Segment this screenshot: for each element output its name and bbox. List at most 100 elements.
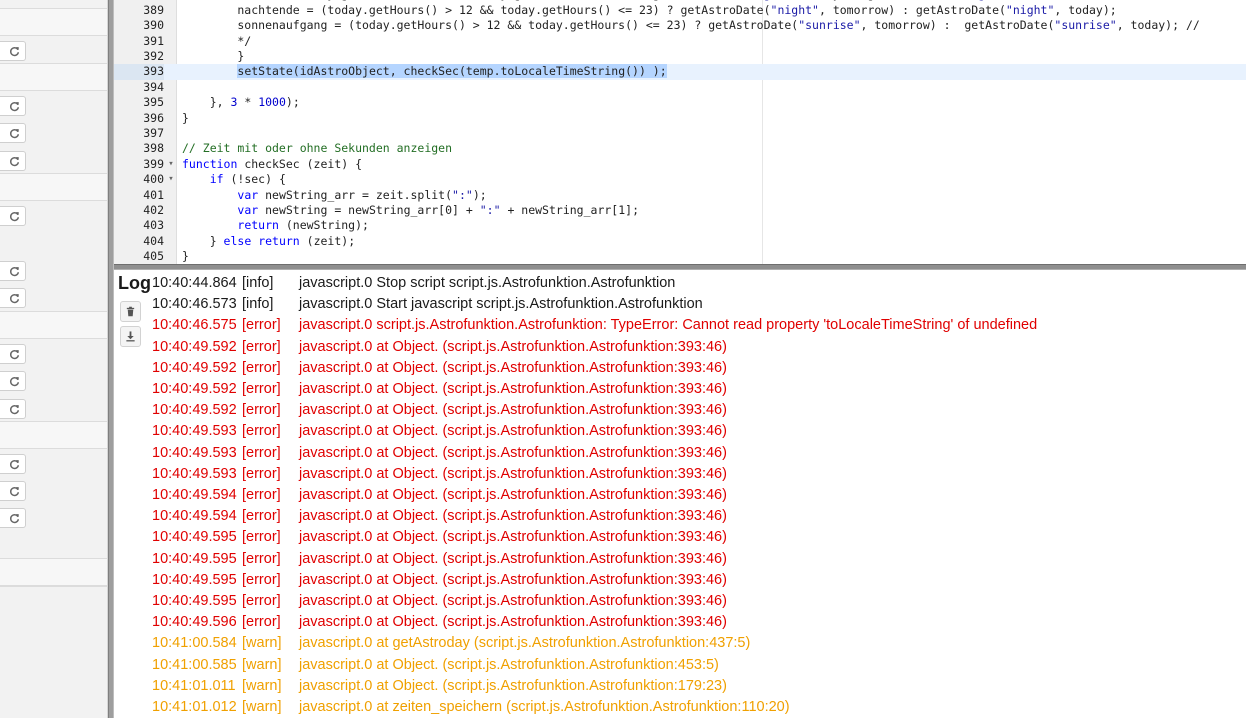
log-entry: 10:40:49.595 [error] javascript.0 at Objec… [114,570,1246,591]
code-line[interactable]: 389 nachtende = (today.getHours() > 12 &… [114,3,1246,18]
sidebar-reload-button[interactable] [0,399,26,419]
log-entry: 10:40:49.595 [error] javascript.0 at Objec… [114,591,1246,612]
line-number: 404 [143,233,164,248]
sidebar-reload-button[interactable] [0,41,26,61]
script-tree-sidebar [0,0,108,718]
code-line[interactable]: 402 var newString = newString_arr[0] + "… [114,203,1246,218]
log-timestamp: 10:40:46.575 [152,317,237,334]
reload-icon [10,128,20,138]
reload-icon [10,404,20,414]
code-line[interactable]: 393 setState(idAstroObject, checkSec(tem… [114,64,1246,80]
line-number: 394 [143,79,164,94]
code-text: // Zeit mit oder ohne Sekunden anzeigen [182,141,453,156]
log-timestamp: 10:40:49.595 [152,571,237,588]
code-line[interactable]: 396} [114,111,1246,126]
code-line[interactable]: 392 } [114,49,1246,64]
code-text: var newString = newString_arr[0] + ":" +… [237,203,639,217]
sidebar-reload-button[interactable] [0,481,26,501]
log-level: [error] [242,465,281,482]
log-timestamp: 10:40:49.594 [152,508,237,525]
log-message: javascript.0 Start javascript script.js.… [299,296,703,313]
log-level: [error] [242,317,281,334]
log-entry: 10:40:49.596 [error] javascript.0 at Objec… [114,612,1246,633]
clear-log-button[interactable] [120,301,141,322]
log-level: [error] [242,487,281,503]
sidebar-reload-button[interactable] [0,206,26,226]
sidebar-reload-button[interactable] [0,508,26,528]
log-message: javascript.0 at Object. (script.js.Astro… [299,677,727,694]
code-line[interactable]: 404 } else return (zeit); [114,234,1246,249]
code-line[interactable]: 398 // Zeit mit oder ohne Sekunden anzeig… [114,141,1246,156]
code-line[interactable]: 403 return (newString); [114,218,1246,233]
sidebar-reload-button[interactable] [0,123,26,143]
log-message: javascript.0 Stop script script.js.Astro… [299,275,676,291]
code-text: return (newString); [237,218,369,233]
log-timestamp: 10:40:49.595 [152,550,237,567]
log-entry: 10:40:49.594 [error] javascript.0 at Objec… [114,485,1246,506]
sidebar-folder-row[interactable] [0,8,107,36]
log-timestamp: 10:40:49.593 [152,444,237,461]
log-level: [error] [242,508,281,525]
code-line[interactable]: 401 var newString_arr = zeit.split(":"); [114,188,1246,203]
code-editor[interactable]: 388 nacht = (today.getHours() > 12 && to… [114,0,1246,264]
reload-icon [10,266,20,276]
code-line[interactable]: 399 ▾ function checkSec (zeit) { [114,157,1246,172]
line-number: 405 [143,249,164,264]
log-entry: 10:40:49.595 [error] javascript.0 at Objec… [114,527,1246,548]
code-line[interactable]: 394 [114,80,1246,95]
log-message: javascript.0 script.js.Astrofunktion.Ast… [299,317,1038,334]
reload-icon [10,101,20,111]
sidebar-folder-row[interactable] [0,421,107,449]
download-log-button[interactable] [120,326,141,347]
log-panel: 10:40:44.864 [info] javascript.0 Stop scri… [114,270,1246,718]
code-text: if (!sec) { [209,172,286,187]
code-line[interactable]: 400 ▾ if (!sec) { [114,172,1246,187]
code-line[interactable]: 390 sonnenaufgang = (today.getHours() > … [114,18,1246,33]
reload-icon [10,459,20,469]
fold-toggle-icon[interactable]: ▾ [166,157,176,172]
sidebar-reload-button[interactable] [0,454,26,474]
sidebar-reload-button[interactable] [0,288,26,308]
log-level: [error] [242,571,281,588]
sidebar-reload-button[interactable] [0,261,26,281]
code-line[interactable]: 395 }, 3 * 1000); [114,95,1246,110]
log-message: javascript.0 at getAstroday (script.js.A… [299,635,751,652]
log-entry: 10:40:49.595 [error] javascript.0 at Objec… [114,549,1246,570]
code-line[interactable]: 397 [114,126,1246,141]
log-message: javascript.0 at Object. (script.js.Astro… [299,465,727,482]
sidebar-folder-row[interactable] [0,558,107,586]
line-number: 391 [143,33,164,48]
log-message: javascript.0 at Object. (script.js.Astro… [299,614,727,631]
log-timestamp: 10:40:49.593 [152,423,237,440]
download-icon [126,331,135,342]
sidebar-folder-row[interactable] [0,311,107,339]
line-number: 397 [143,126,164,140]
code-line[interactable]: 405} [114,249,1246,264]
log-level: [warn] [242,677,282,694]
line-number: 390 [143,18,164,33]
log-entry: 10:40:49.592 [error] javascript.0 at Objec… [114,358,1246,379]
code-line[interactable]: 391 */ [114,34,1246,49]
fold-toggle-icon[interactable]: ▾ [166,172,176,187]
reload-icon [10,376,20,386]
log-timestamp: 10:40:49.595 [152,529,237,546]
log-message: javascript.0 at Object. (script.js.Astro… [299,508,727,525]
log-title: Log [118,273,151,293]
sidebar-reload-button[interactable] [0,151,26,171]
line-number: 403 [143,218,164,233]
sidebar-reload-button[interactable] [0,371,26,391]
sidebar-folder-row[interactable] [0,173,107,201]
log-entry: 10:41:00.584 [warn] javascript.0 at getAst… [114,633,1246,654]
log-timestamp: 10:41:00.585 [152,656,237,673]
line-number: 399 [143,156,164,171]
log-level: [error] [242,423,281,440]
sidebar-reload-button[interactable] [0,96,26,116]
log-level: [error] [242,402,281,419]
log-message: javascript.0 at Object. (script.js.Astro… [299,423,727,440]
code-text: */ [182,33,252,48]
log-level: [info] [242,275,274,291]
sidebar-folder-row[interactable] [0,63,107,91]
code-text: } [182,249,189,264]
log-entry: 10:41:00.585 [warn] javascript.0 at Object… [114,655,1246,676]
sidebar-reload-button[interactable] [0,344,26,364]
